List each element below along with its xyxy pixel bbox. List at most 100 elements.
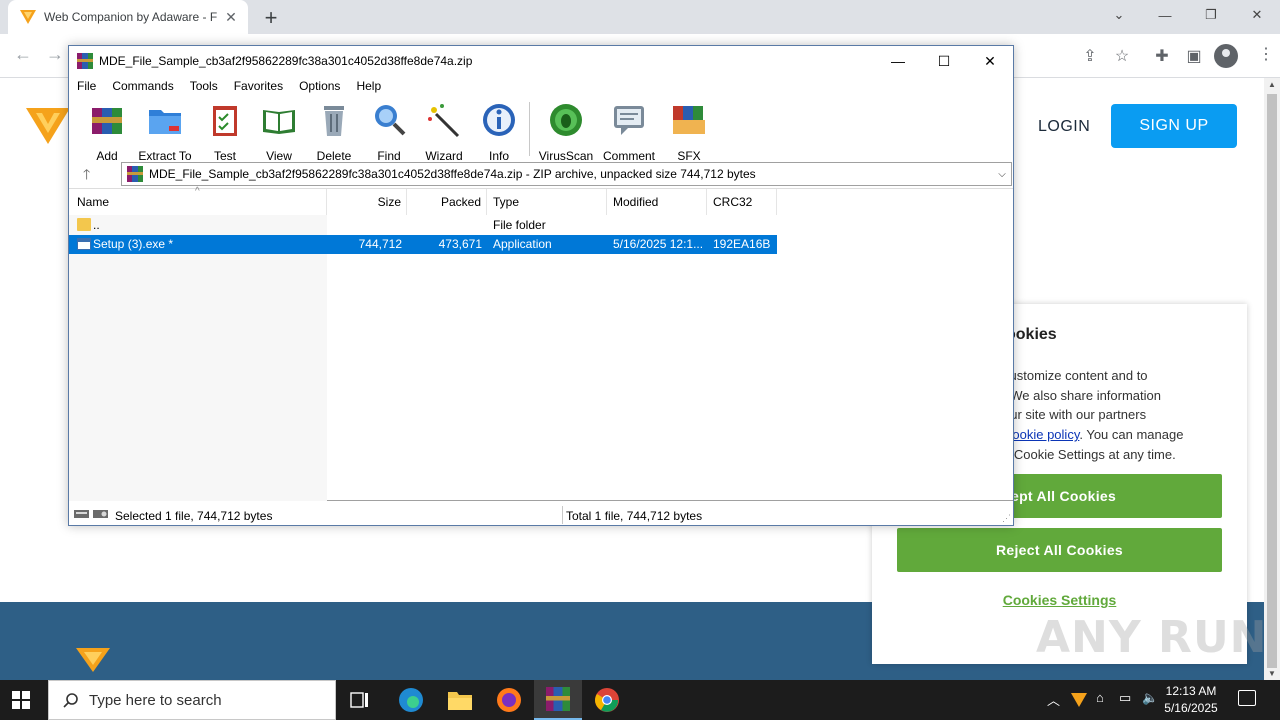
status-divider — [562, 506, 563, 524]
menu-commands[interactable]: Commands — [104, 79, 181, 93]
tool-extract-button[interactable]: Extract To — [135, 102, 195, 163]
share-icon[interactable]: ⇪ — [1080, 46, 1100, 66]
login-link[interactable]: LOGIN — [1038, 118, 1090, 136]
side-panel-icon[interactable]: ▣ — [1184, 46, 1204, 66]
column-header-type[interactable]: Type — [487, 189, 607, 215]
extensions-icon[interactable]: ✚ — [1152, 46, 1172, 66]
winrar-title: MDE_File_Sample_cb3af2f95862289fc38a301c… — [99, 54, 473, 68]
chevron-down-icon[interactable]: ⌵ — [993, 169, 1011, 180]
winrar-titlebar[interactable]: MDE_File_Sample_cb3af2f95862289fc38a301c… — [69, 46, 1013, 76]
add-archive-icon — [92, 108, 122, 134]
winrar-taskbar-icon — [546, 687, 570, 711]
winrar-minimize-button[interactable]: — — [875, 46, 921, 76]
column-header-size[interactable]: Size — [327, 189, 407, 215]
cookie-policy-link[interactable]: Cookie policy — [1003, 427, 1079, 442]
display-tray-icon[interactable]: ▭ — [1119, 690, 1131, 706]
table-row-selected[interactable]: Setup (3).exe * 744,712 473,671 Applicat… — [69, 235, 777, 254]
search-icon — [63, 693, 78, 708]
sort-caret-icon: ^ — [195, 186, 200, 197]
back-arrow-icon[interactable]: ← — [14, 44, 32, 65]
tool-test-button[interactable]: Test — [195, 102, 255, 163]
scroll-down-icon[interactable]: ▼ — [1268, 669, 1276, 678]
reject-all-cookies-button[interactable]: Reject All Cookies — [897, 528, 1222, 572]
tray-overflow-icon[interactable]: ︿ — [1047, 690, 1060, 709]
minimize-button[interactable]: — — [1142, 0, 1188, 30]
tool-virusscan-button[interactable]: VirusScan — [536, 102, 596, 163]
delete-trash-icon — [324, 106, 344, 136]
resize-grip-icon[interactable]: ⋰ — [1002, 513, 1011, 524]
tool-comment-button[interactable]: Comment — [599, 102, 659, 163]
forward-arrow-icon[interactable]: → — [46, 44, 64, 65]
clock-date: 5/16/2025 — [1164, 701, 1218, 715]
chrome-icon — [595, 688, 619, 712]
browser-tabstrip: Web Companion by Adaware - F ✕ + ⌄ — ❐ ✕ — [0, 0, 1280, 34]
test-clipboard-icon — [213, 106, 237, 136]
restore-button[interactable]: ❐ — [1188, 0, 1234, 30]
notification-center-icon[interactable] — [1238, 690, 1256, 706]
tool-view-button[interactable]: View — [249, 102, 309, 163]
cookie-text-line: n Cookie Settings at any time. — [1003, 446, 1176, 462]
table-row[interactable]: .. File folder — [69, 216, 777, 235]
column-header-modified[interactable]: Modified — [607, 189, 707, 215]
signup-button[interactable]: SIGN UP — [1111, 104, 1237, 148]
browser-tab[interactable]: Web Companion by Adaware - F ✕ — [8, 0, 248, 34]
menu-file[interactable]: File — [69, 79, 104, 93]
firefox-icon — [497, 688, 521, 712]
cookies-settings-link[interactable]: Cookies Settings — [872, 592, 1247, 608]
clock-time: 12:13 AM — [1165, 684, 1217, 698]
task-view-button[interactable] — [336, 680, 384, 720]
menu-favorites[interactable]: Favorites — [226, 79, 291, 93]
windows-taskbar: Type here to search ︿ ⌂ ▭ 🔈 12:13 AM 5/1… — [0, 680, 1280, 720]
close-button[interactable]: ✕ — [1234, 0, 1280, 30]
edge-app-button[interactable] — [387, 680, 435, 720]
windows-start-icon[interactable] — [12, 691, 30, 709]
winrar-close-button[interactable]: ✕ — [967, 46, 1013, 76]
row-type: File folder — [493, 218, 546, 232]
network-tray-icon[interactable]: ⌂ — [1096, 690, 1104, 705]
browser-window-controls: ⌄ — ❐ ✕ — [1096, 0, 1280, 32]
scroll-up-icon[interactable]: ▲ — [1268, 80, 1276, 89]
folder-icon — [77, 218, 91, 231]
column-header-name-label: Name — [77, 195, 110, 209]
menu-tools[interactable]: Tools — [182, 79, 226, 93]
tool-info-button[interactable]: Info — [469, 102, 529, 163]
adaware-tray-icon[interactable] — [1071, 693, 1087, 707]
row-type: Application — [493, 237, 552, 251]
scrollbar-thumb[interactable] — [1267, 94, 1277, 668]
menu-help[interactable]: Help — [348, 79, 389, 93]
column-header-crc32[interactable]: CRC32 — [707, 189, 777, 215]
info-circle-icon — [483, 104, 515, 136]
chrome-app-button[interactable] — [583, 680, 631, 720]
up-folder-icon[interactable]: 🡑 — [83, 164, 90, 188]
tool-sfx-button[interactable]: SFX — [659, 102, 719, 163]
winrar-app-icon — [77, 53, 93, 69]
taskbar-search-input[interactable]: Type here to search — [48, 680, 336, 720]
tool-add-button[interactable]: Add — [77, 102, 137, 163]
path-combobox[interactable]: MDE_File_Sample_cb3af2f95862289fc38a301c… — [121, 162, 1012, 186]
winrar-maximize-button[interactable]: ☐ — [921, 46, 967, 76]
firefox-app-button[interactable] — [485, 680, 533, 720]
folder-explorer-icon — [448, 692, 472, 710]
taskbar-clock[interactable]: 12:13 AM 5/16/2025 — [1160, 683, 1222, 717]
cookie-text-line: customize content and to — [1003, 368, 1148, 383]
new-tab-button[interactable]: + — [260, 5, 282, 31]
bookmark-star-icon[interactable]: ☆ — [1112, 46, 1132, 66]
column-header-packed[interactable]: Packed — [407, 189, 487, 215]
tool-delete-button[interactable]: Delete — [304, 102, 364, 163]
column-header-name[interactable]: ^ Name — [69, 186, 327, 215]
tool-find-button[interactable]: Find — [359, 102, 419, 163]
winrar-app-button[interactable] — [534, 680, 582, 720]
application-icon — [77, 238, 91, 250]
row-name: .. — [93, 218, 100, 232]
volume-icon[interactable]: 🔈 — [1142, 690, 1158, 706]
tab-close-icon[interactable]: ✕ — [222, 9, 240, 26]
tool-wizard-button[interactable]: Wizard — [414, 102, 474, 163]
row-size: 744,712 — [358, 237, 402, 251]
profile-avatar-icon[interactable] — [1214, 44, 1238, 68]
menu-kebab-icon[interactable]: ⋮ — [1258, 44, 1274, 64]
tab-search-icon[interactable]: ⌄ — [1096, 0, 1142, 30]
menu-options[interactable]: Options — [291, 79, 348, 93]
file-explorer-button[interactable] — [436, 680, 484, 720]
row-packed: 473,671 — [438, 237, 482, 251]
page-scrollbar[interactable]: ▲ ▼ — [1264, 78, 1280, 680]
